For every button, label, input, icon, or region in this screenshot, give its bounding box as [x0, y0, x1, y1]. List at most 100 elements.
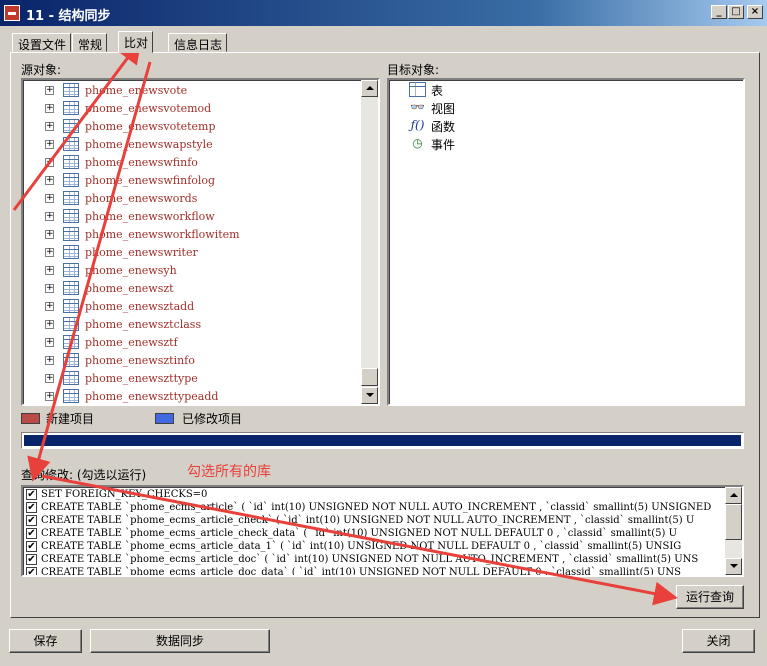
source-item-label: phome_enewsvote — [85, 84, 188, 97]
expand-icon[interactable]: + — [45, 212, 54, 221]
query-checkbox[interactable]: ✔ — [26, 528, 37, 539]
table-icon — [63, 281, 79, 295]
expand-icon[interactable]: + — [45, 104, 54, 113]
source-item-label: phome_enewsztadd — [85, 300, 195, 313]
source-item[interactable]: + phome_enewswfinfolog — [23, 172, 359, 190]
source-item-label: phome_enewswfinfo — [85, 156, 198, 169]
target-object-list[interactable]: 表 👓 视图 ƒ() 函数 ◷ 事件 — [387, 78, 745, 406]
new-item-swatch — [21, 413, 40, 424]
source-item[interactable]: + phome_enewsztinfo — [23, 352, 359, 370]
query-list[interactable]: ✔ SET FOREIGN_KEY_CHECKS=0 ✔ CREATE TABLE `… — [21, 485, 744, 577]
expand-icon[interactable]: + — [45, 284, 54, 293]
query-scrollbar[interactable] — [725, 487, 742, 575]
query-row[interactable]: ✔ CREATE TABLE `phome_ecms_article_doc` (… — [25, 553, 729, 566]
query-checkbox[interactable]: ✔ — [26, 541, 37, 552]
query-checkbox[interactable]: ✔ — [26, 489, 37, 500]
arrow-up-icon — [366, 86, 374, 90]
source-item[interactable]: + phome_enewsyh — [23, 262, 359, 280]
scroll-up-button[interactable] — [725, 487, 742, 504]
query-row[interactable]: ✔ CREATE TABLE `phome_ecms_article_data_1… — [25, 540, 729, 553]
title-bar[interactable]: 11 - 结构同步 _ □ × — [0, 0, 767, 26]
tab-general[interactable]: 常规 — [72, 33, 108, 52]
source-scrollbar[interactable] — [361, 80, 378, 404]
query-row[interactable]: ✔ CREATE TABLE `phome_ecms_article_doc_da… — [25, 566, 729, 575]
table-icon — [63, 353, 79, 367]
expand-icon[interactable]: + — [45, 158, 54, 167]
expand-icon[interactable]: + — [45, 374, 54, 383]
source-item-label: phome_enewsworkflowitem — [85, 228, 240, 241]
expand-icon[interactable]: + — [45, 356, 54, 365]
expand-icon[interactable]: + — [45, 392, 54, 401]
source-item[interactable]: + phome_enewswapstyle — [23, 136, 359, 154]
table-icon — [63, 137, 79, 151]
maximize-button[interactable]: □ — [728, 5, 744, 19]
query-row[interactable]: ✔ CREATE TABLE `phome_ecms_article_check`… — [25, 514, 729, 527]
expand-icon[interactable]: + — [45, 176, 54, 185]
expand-icon[interactable]: + — [45, 86, 54, 95]
table-icon — [63, 155, 79, 169]
scroll-down-button[interactable] — [725, 558, 742, 575]
run-query-button[interactable]: 运行查询 — [676, 585, 744, 609]
progress-bar — [21, 432, 744, 449]
expand-icon[interactable]: + — [45, 338, 54, 347]
scroll-thumb[interactable] — [725, 504, 742, 540]
source-item[interactable]: + phome_enewswfinfo — [23, 154, 359, 172]
source-object-list[interactable]: + phome_enewsvote + phome_enewsvotemod + phom… — [21, 78, 380, 406]
close-window-button[interactable]: × — [747, 5, 763, 19]
source-item[interactable]: + phome_enewszt — [23, 280, 359, 298]
query-checkbox[interactable]: ✔ — [26, 554, 37, 565]
source-item[interactable]: + phome_enewsztf — [23, 334, 359, 352]
source-item[interactable]: + phome_enewsworkflow — [23, 208, 359, 226]
source-item[interactable]: + phome_enewsztclass — [23, 316, 359, 334]
source-item[interactable]: + phome_enewsvotetemp — [23, 118, 359, 136]
tab-info-log[interactable]: 信息日志 — [168, 33, 228, 52]
expand-icon[interactable]: + — [45, 140, 54, 149]
minimize-button[interactable]: _ — [711, 5, 727, 19]
save-button[interactable]: 保存 — [9, 629, 82, 653]
query-row[interactable]: ✔ CREATE TABLE `phome_ecms_article` ( `id… — [25, 501, 729, 514]
query-checkbox[interactable]: ✔ — [26, 515, 37, 526]
source-item[interactable]: + phome_enewsvote — [23, 82, 359, 100]
expand-icon[interactable]: + — [45, 302, 54, 311]
query-text: CREATE TABLE `phome_ecms_article_check` … — [41, 515, 695, 526]
query-checkbox[interactable]: ✔ — [26, 502, 37, 513]
query-text: CREATE TABLE `phome_ecms_article_data_1`… — [41, 541, 682, 552]
source-item[interactable]: + phome_enewsvotemod — [23, 100, 359, 118]
tab-settings-file[interactable]: 设置文件 — [12, 33, 72, 52]
tab-compare[interactable]: 比对 — [118, 31, 154, 53]
close-button[interactable]: 关闭 — [682, 629, 755, 653]
source-item[interactable]: + phome_enewszttype — [23, 370, 359, 388]
target-item-views[interactable]: 👓 视图 — [409, 99, 609, 117]
source-item-label: phome_enewsvotemod — [85, 102, 212, 115]
source-item-label: phome_enewszttype — [85, 372, 198, 385]
app-icon — [4, 5, 20, 21]
source-item[interactable]: + phome_enewswords — [23, 190, 359, 208]
expand-icon[interactable]: + — [45, 122, 54, 131]
target-item-tables[interactable]: 表 — [409, 81, 609, 99]
progress-fill — [24, 435, 741, 446]
query-row[interactable]: ✔ CREATE TABLE `phome_ecms_article_check_… — [25, 527, 729, 540]
source-item-label: phome_enewswapstyle — [85, 138, 213, 151]
source-label: 源对象: — [21, 63, 62, 77]
scroll-thumb[interactable] — [361, 368, 378, 386]
query-row[interactable]: ✔ SET FOREIGN_KEY_CHECKS=0 — [25, 488, 729, 501]
source-item[interactable]: + phome_enewswriter — [23, 244, 359, 262]
expand-icon[interactable]: + — [45, 248, 54, 257]
data-sync-button[interactable]: 数据同步 — [90, 629, 270, 653]
expand-icon[interactable]: + — [45, 266, 54, 275]
source-item-label: phome_enewszttypeadd — [85, 390, 219, 403]
scroll-down-button[interactable] — [361, 387, 378, 404]
expand-icon[interactable]: + — [45, 320, 54, 329]
target-item-events[interactable]: ◷ 事件 — [409, 135, 609, 153]
target-item-functions[interactable]: ƒ() 函数 — [409, 117, 609, 135]
source-item[interactable]: + phome_enewsztadd — [23, 298, 359, 316]
expand-icon[interactable]: + — [45, 194, 54, 203]
new-item-label: 新建项目 — [46, 412, 95, 426]
table-icon — [63, 317, 79, 331]
table-icon — [63, 371, 79, 385]
source-item[interactable]: + phome_enewszttypeadd — [23, 388, 359, 404]
source-item[interactable]: + phome_enewsworkflowitem — [23, 226, 359, 244]
scroll-up-button[interactable] — [361, 80, 378, 97]
query-checkbox[interactable]: ✔ — [26, 567, 37, 575]
expand-icon[interactable]: + — [45, 230, 54, 239]
